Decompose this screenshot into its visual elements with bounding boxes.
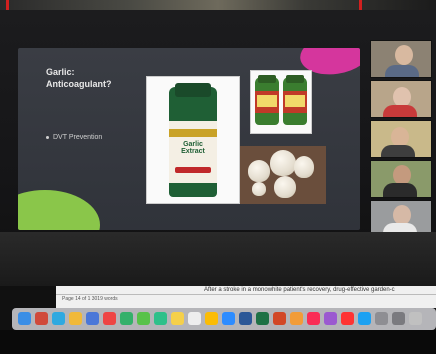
document-body-text: After a stroke in a monowhite patient's … [204, 287, 395, 293]
small-bottle-icon [283, 75, 307, 125]
garlic-bottles-pair-image [250, 70, 312, 134]
bullet-text: DVT Prevention [53, 134, 103, 141]
slide-title: Garlic: Anticoagulant? [46, 67, 112, 89]
slide-bullet: DVT Prevention [46, 134, 102, 141]
launchpad-icon[interactable] [35, 312, 48, 325]
document-window: Page 14 of 1 3019 words After a stroke i… [56, 286, 436, 308]
settings-icon[interactable] [375, 312, 388, 325]
reminders-icon[interactable] [188, 312, 201, 325]
participant-video-tile[interactable] [370, 160, 432, 198]
news-icon[interactable] [341, 312, 354, 325]
video-participants-strip [370, 40, 432, 250]
messages-icon[interactable] [137, 312, 150, 325]
notes-icon[interactable] [171, 312, 184, 325]
chrome-icon[interactable] [205, 312, 218, 325]
laptop-bezel [0, 232, 436, 286]
screen-bottom-bar [0, 330, 436, 354]
presentation-slide: Garlic: Anticoagulant? DVT Prevention Ga… [18, 48, 360, 230]
finder-icon[interactable] [18, 312, 31, 325]
document-status-text: Page 14 of 1 3019 words [62, 296, 118, 302]
pages-icon[interactable] [290, 312, 303, 325]
garlic-extract-bottle-image: Garlic Extract [146, 76, 240, 204]
participant-video-tile[interactable] [370, 80, 432, 118]
photos-icon[interactable] [69, 312, 82, 325]
word-icon[interactable] [239, 312, 252, 325]
small-bottle-icon [255, 75, 279, 125]
music-icon[interactable] [307, 312, 320, 325]
garlic-bulbs-photo [240, 146, 326, 204]
trash-icon[interactable] [409, 312, 422, 325]
bullet-dot-icon [46, 136, 49, 139]
app-store-icon[interactable] [358, 312, 371, 325]
safari-icon[interactable] [52, 312, 65, 325]
green-accent-shape [18, 190, 100, 230]
calendar-icon[interactable] [103, 312, 116, 325]
bottle-label-text: Garlic Extract [181, 141, 205, 155]
powerpoint-icon[interactable] [273, 312, 286, 325]
macos-dock [12, 308, 436, 330]
participant-video-tile[interactable] [370, 120, 432, 158]
zoom-icon[interactable] [222, 312, 235, 325]
podcasts-icon[interactable] [324, 312, 337, 325]
mail-icon[interactable] [86, 312, 99, 325]
system-prefs-icon[interactable] [392, 312, 405, 325]
maps-icon[interactable] [120, 312, 133, 325]
participant-video-tile[interactable] [370, 40, 432, 78]
bottle-icon: Garlic Extract [169, 83, 217, 197]
excel-icon[interactable] [256, 312, 269, 325]
facetime-icon[interactable] [154, 312, 167, 325]
